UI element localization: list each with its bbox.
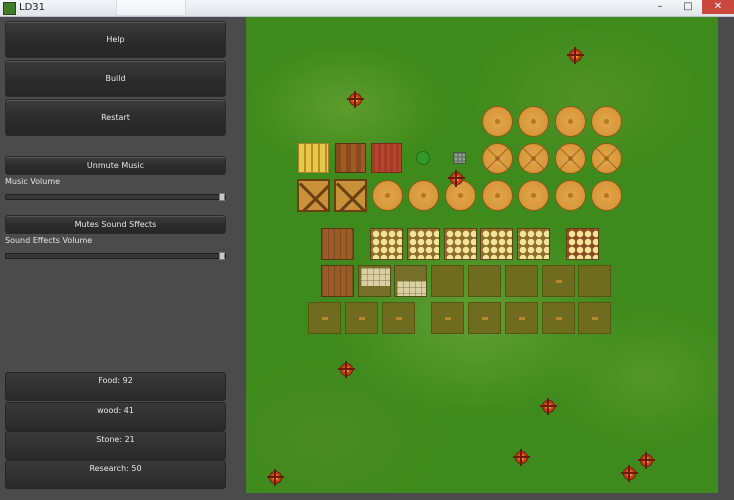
log-tile[interactable]: [372, 180, 403, 211]
stone-tile[interactable]: [394, 265, 427, 297]
close-button[interactable]: ✕: [702, 0, 734, 14]
sfx-volume-label: Sound Effects Volume: [5, 236, 93, 245]
wood-building-tile[interactable]: [321, 265, 354, 297]
enemy-creature[interactable]: [567, 47, 584, 64]
music-toggle-button[interactable]: Unmute Music: [5, 156, 226, 175]
log-tile[interactable]: [408, 180, 439, 211]
lot-marker: [591, 317, 598, 320]
hay-tile[interactable]: [517, 228, 550, 260]
right-border: [718, 17, 734, 500]
music-volume-slider[interactable]: [5, 193, 226, 201]
maximize-button[interactable]: □: [676, 0, 700, 14]
music-volume-thumb[interactable]: [219, 193, 225, 201]
tree-tile[interactable]: [416, 151, 430, 165]
enemy-creature[interactable]: [267, 469, 284, 486]
farm-tile[interactable]: [335, 143, 366, 173]
log-tile[interactable]: [591, 106, 622, 137]
stone-blocks: [361, 268, 390, 286]
wood-counter: wood: 41: [5, 402, 226, 431]
wood-building-tile[interactable]: [321, 228, 354, 260]
enemy-creature[interactable]: [638, 452, 655, 469]
log-tile[interactable]: [555, 180, 586, 211]
wheat-field-tile[interactable]: [298, 143, 329, 173]
marked-lot-tile[interactable]: [431, 302, 464, 334]
cut-log-tile[interactable]: [482, 143, 513, 174]
enemy-creature[interactable]: [338, 361, 355, 378]
empty-lot-tile[interactable]: [468, 265, 501, 297]
stone-blocks: [397, 281, 426, 296]
music-volume-fill: [6, 195, 219, 199]
enemy-creature[interactable]: [540, 398, 557, 415]
research-counter: Research: 50: [5, 460, 226, 489]
marked-lot-tile[interactable]: [468, 302, 501, 334]
log-tile[interactable]: [482, 106, 513, 137]
food-counter: Food: 92: [5, 372, 226, 401]
marked-lot-tile[interactable]: [308, 302, 341, 334]
crate-tile[interactable]: [334, 179, 367, 212]
bottom-border: [246, 493, 718, 500]
lot-marker: [555, 317, 562, 320]
lot-marker: [555, 280, 562, 283]
marked-lot-tile[interactable]: [345, 302, 378, 334]
app-icon: [3, 2, 16, 15]
restart-button[interactable]: Restart: [5, 99, 226, 136]
cut-log-tile[interactable]: [591, 143, 622, 174]
marked-lot-tile[interactable]: [578, 302, 611, 334]
enemy-creature[interactable]: [448, 170, 465, 187]
background-tab: [116, 0, 186, 16]
sfx-volume-fill: [6, 254, 219, 258]
lot-marker: [444, 317, 451, 320]
hay-tile[interactable]: [444, 228, 477, 260]
game-map[interactable]: [246, 17, 718, 493]
hay-storage-tile[interactable]: [566, 228, 599, 260]
lot-marker: [321, 317, 328, 320]
log-tile[interactable]: [445, 180, 476, 211]
enemy-creature[interactable]: [621, 465, 638, 482]
rocks-tile[interactable]: [453, 152, 466, 164]
sfx-toggle-button[interactable]: Mutes Sound Sffects: [5, 215, 226, 234]
hay-tile[interactable]: [480, 228, 513, 260]
window-titlebar: LD31 – □ ✕: [0, 0, 734, 17]
build-button[interactable]: Build: [5, 60, 226, 97]
marked-lot-tile[interactable]: [382, 302, 415, 334]
stone-tile[interactable]: [358, 265, 391, 297]
hay-tile[interactable]: [370, 228, 403, 260]
cut-log-tile[interactable]: [518, 143, 549, 174]
lot-marker: [481, 317, 488, 320]
empty-lot-tile[interactable]: [505, 265, 538, 297]
lot-marker: [518, 317, 525, 320]
sfx-volume-thumb[interactable]: [219, 252, 225, 260]
control-panel: Help Build Restart Unmute Music Music Vo…: [0, 17, 246, 500]
marked-lot-tile[interactable]: [542, 265, 575, 297]
crate-tile[interactable]: [297, 179, 330, 212]
marked-lot-tile[interactable]: [542, 302, 575, 334]
empty-lot-tile[interactable]: [578, 265, 611, 297]
window-title: LD31: [19, 2, 45, 13]
log-tile[interactable]: [518, 106, 549, 137]
log-tile[interactable]: [591, 180, 622, 211]
minimize-button[interactable]: –: [648, 0, 672, 14]
log-tile[interactable]: [482, 180, 513, 211]
log-tile[interactable]: [555, 106, 586, 137]
empty-lot-tile[interactable]: [431, 265, 464, 297]
stone-counter: Stone: 21: [5, 431, 226, 460]
hay-tile[interactable]: [407, 228, 440, 260]
barn-tile[interactable]: [371, 143, 402, 173]
help-button[interactable]: Help: [5, 21, 226, 58]
lot-marker: [395, 317, 402, 320]
enemy-creature[interactable]: [347, 91, 364, 108]
enemy-creature[interactable]: [513, 449, 530, 466]
marked-lot-tile[interactable]: [505, 302, 538, 334]
sfx-volume-slider[interactable]: [5, 252, 226, 260]
lot-marker: [358, 317, 365, 320]
music-volume-label: Music Volume: [5, 177, 61, 186]
cut-log-tile[interactable]: [555, 143, 586, 174]
log-tile[interactable]: [518, 180, 549, 211]
